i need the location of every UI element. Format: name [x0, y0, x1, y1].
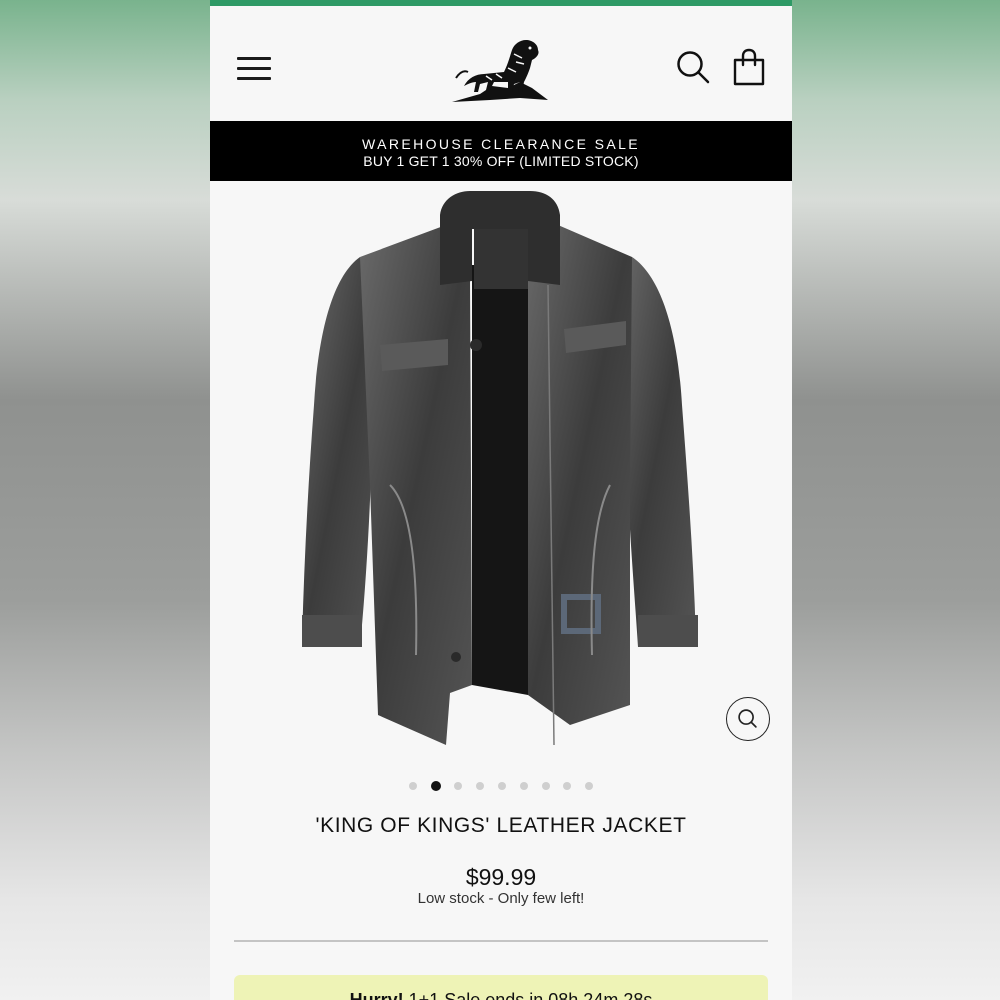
gallery-dot[interactable]	[519, 782, 528, 790]
gallery-dot[interactable]	[498, 782, 506, 790]
product-price: $99.99	[465, 864, 537, 890]
zoom-button[interactable]	[726, 697, 770, 741]
sale-countdown-banner: Hurry! 1+1 Sale ends in 08h 24m 28s	[234, 975, 768, 1000]
search-icon[interactable]	[676, 50, 710, 84]
site-header	[210, 6, 792, 121]
countdown-text: 1+1 Sale ends in 08h 24m 28s	[408, 990, 653, 1000]
sale-countdown-text: Hurry! 1+1 Sale ends in 08h 24m 28s	[234, 990, 768, 1000]
gallery-dot[interactable]	[563, 782, 572, 790]
gallery-dot[interactable]	[454, 782, 463, 790]
announcement-title: WAREHOUSE CLEARANCE SALE	[361, 136, 641, 152]
hamburger-icon-line	[237, 77, 271, 80]
hamburger-icon-line	[237, 67, 271, 70]
gallery-pagination	[210, 781, 792, 791]
product-title: 'KING OF KINGS' LEATHER JACKET	[315, 814, 687, 837]
gallery-dot[interactable]	[476, 782, 485, 790]
hamburger-icon	[237, 57, 271, 60]
gallery-dot[interactable]	[541, 782, 550, 790]
menu-button[interactable]	[237, 53, 271, 83]
gallery-dot[interactable]	[585, 782, 594, 790]
tiger-logo[interactable]	[450, 28, 552, 108]
gallery-dot[interactable]	[408, 782, 417, 790]
announcement-bar[interactable]: WAREHOUSE CLEARANCE SALE BUY 1 GET 1 30%…	[210, 121, 792, 181]
shopping-bag-icon[interactable]	[732, 48, 766, 86]
announcement-subtitle: BUY 1 GET 1 30% OFF (LIMITED STOCK)	[363, 153, 639, 169]
mobile-page: WAREHOUSE CLEARANCE SALE BUY 1 GET 1 30%…	[210, 0, 792, 1000]
hurry-label: Hurry!	[349, 990, 404, 1000]
divider	[234, 940, 768, 942]
gallery-dot[interactable]	[430, 781, 441, 791]
zoom-icon	[738, 709, 757, 728]
stock-note: Low stock - Only few left!	[417, 890, 585, 907]
product-image[interactable]	[210, 185, 792, 765]
